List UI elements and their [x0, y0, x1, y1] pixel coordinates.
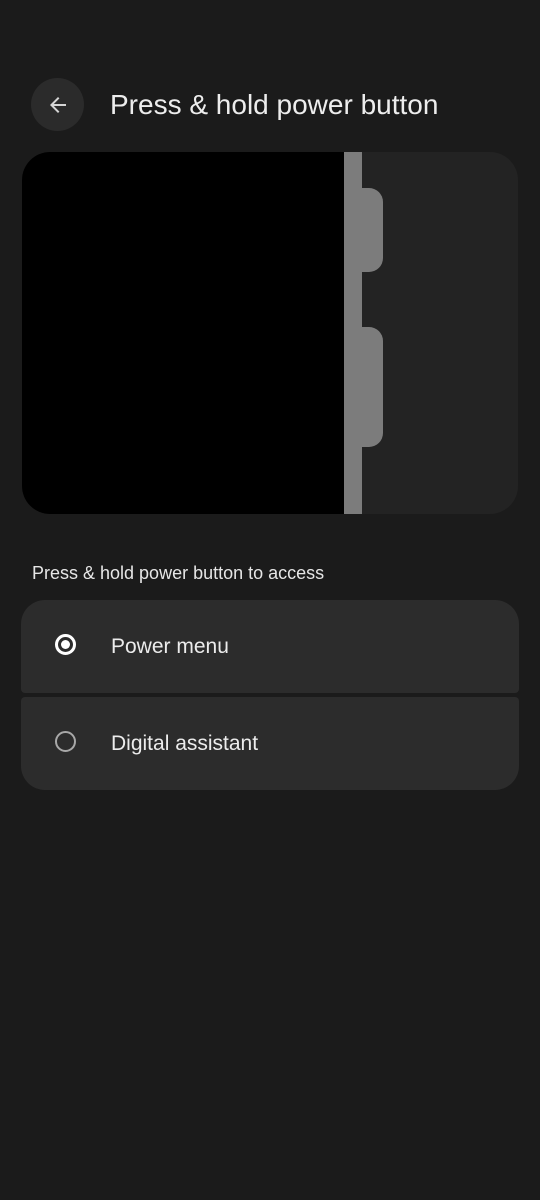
- radio-unchecked-icon[interactable]: [55, 731, 76, 752]
- option-power-menu[interactable]: Power menu: [21, 600, 519, 693]
- back-button[interactable]: [31, 78, 84, 131]
- power-button-illustration: [22, 152, 518, 514]
- option-label: Digital assistant: [111, 732, 259, 755]
- section-label: Press & hold power button to access: [32, 563, 325, 583]
- device-volume-button-illustration: [352, 327, 383, 447]
- option-label: Power menu: [111, 635, 229, 658]
- settings-screen: Press & hold power button Press & hold p…: [0, 0, 540, 1200]
- device-screen-illustration: [22, 152, 344, 514]
- device-power-button-illustration: [352, 188, 383, 272]
- page-title: Press & hold power button: [110, 89, 439, 120]
- radio-checked-icon[interactable]: [55, 634, 76, 655]
- option-digital-assistant[interactable]: Digital assistant: [21, 697, 519, 790]
- arrow-back-icon: [49, 96, 66, 113]
